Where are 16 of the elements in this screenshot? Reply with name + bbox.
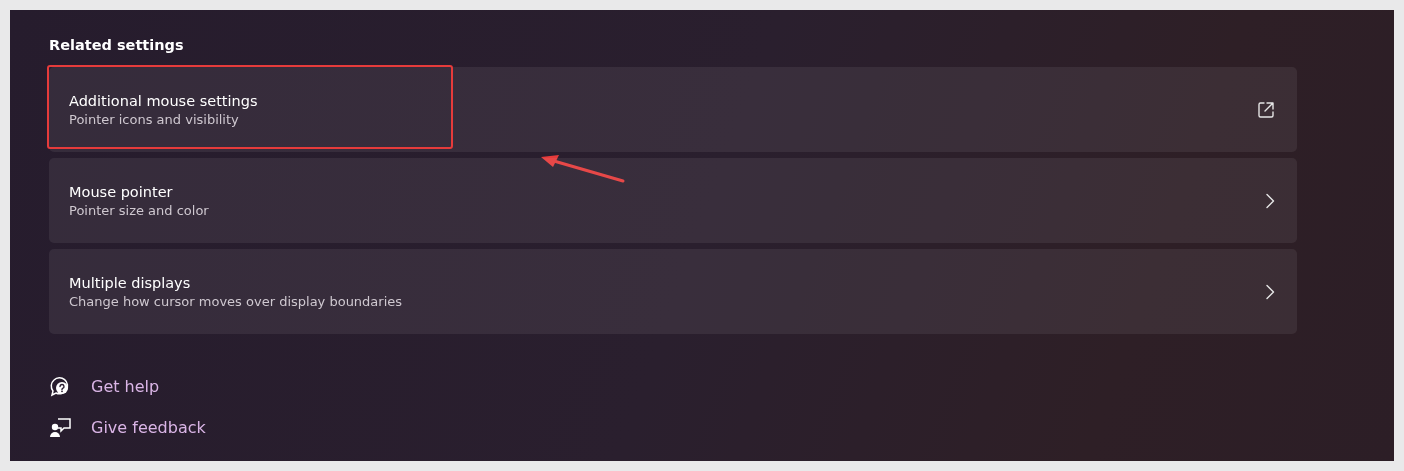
settings-row[interactable]: Multiple displays Change how cursor moves over display boundaries <box>49 249 1297 334</box>
row-title: Multiple displays <box>69 273 192 293</box>
link[interactable]: Give feedback <box>91 417 206 439</box>
chevron-right-icon <box>1265 192 1275 209</box>
feedback-icon <box>49 417 71 439</box>
link[interactable]: Get help <box>91 376 160 398</box>
row-title: Additional mouse settings <box>69 91 258 111</box>
section-heading: Related settings <box>49 37 185 55</box>
chevron-right-icon <box>1265 283 1275 300</box>
help-icon <box>49 376 71 398</box>
row-subtitle: Change how cursor moves over display boundaries <box>69 292 403 311</box>
external-link-icon <box>1257 100 1275 119</box>
row-subtitle: Pointer size and color <box>69 201 209 220</box>
row-subtitle: Pointer icons and visibility <box>69 110 240 129</box>
settings-row[interactable]: Mouse pointer Pointer size and color <box>49 158 1297 243</box>
row-title: Mouse pointer <box>69 182 174 202</box>
